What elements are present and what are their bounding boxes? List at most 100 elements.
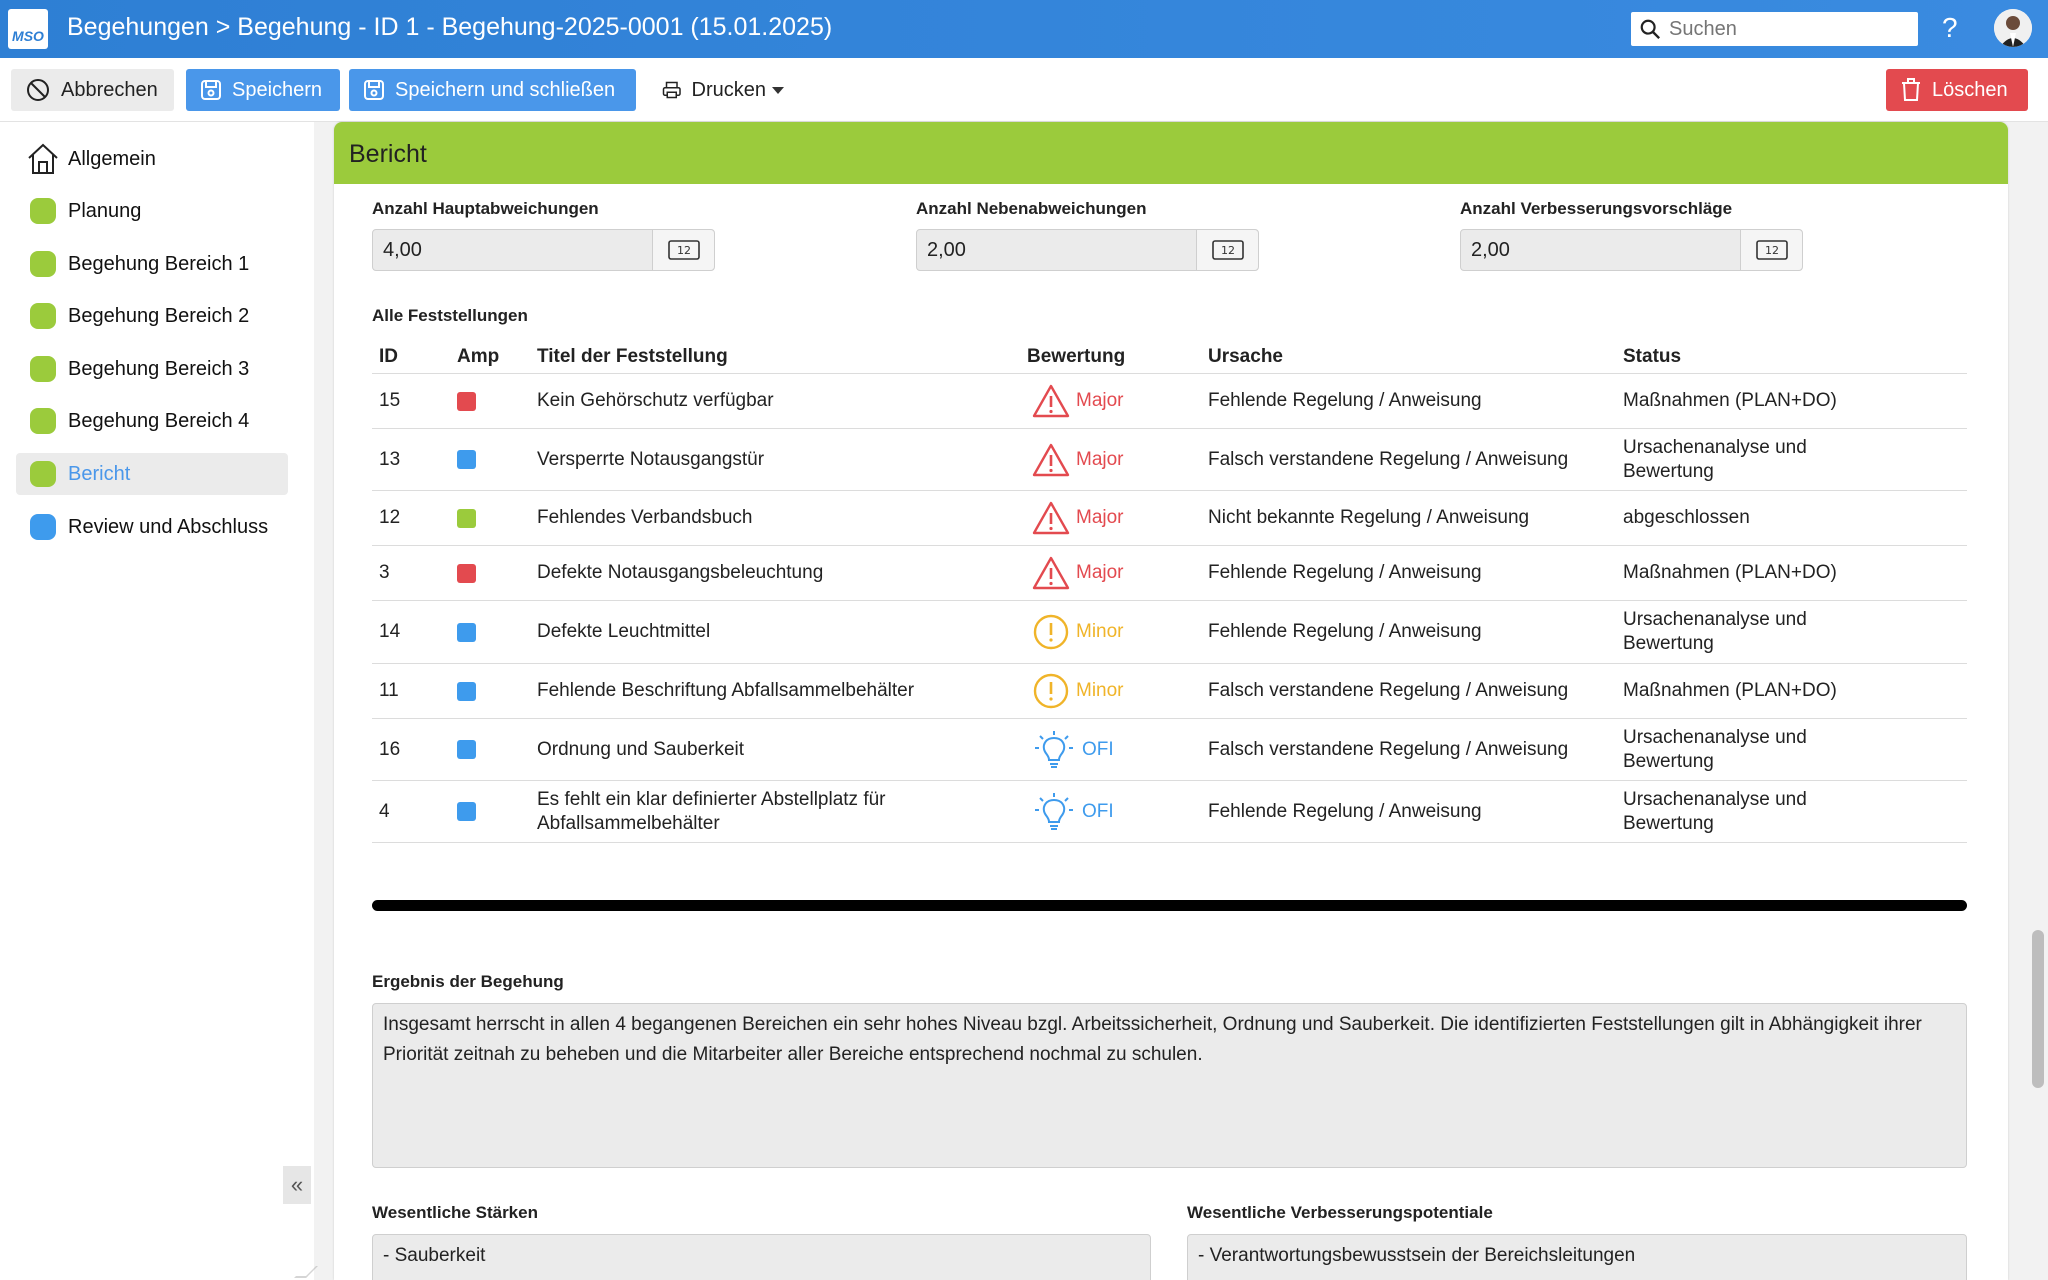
cell-title: Defekte Leuchtmittel [537,621,711,643]
improvements-label: Wesentliche Verbesserungspotentiale [1187,1203,1493,1222]
home-icon [28,143,58,174]
avatar[interactable] [1994,9,2032,47]
exclamation-circle-icon [1033,614,1069,650]
calculator-icon[interactable]: 12 [1741,230,1802,270]
field-label-main-deviations: Anzahl Hauptabweichungen [372,199,599,218]
chevron-down-icon [772,86,784,94]
save-icon [201,80,221,100]
save-and-close-button[interactable]: Speichern und schließen [349,69,636,111]
delete-button[interactable]: Löschen [1886,69,2028,111]
cell-id: 13 [379,448,401,470]
cell-cause: Falsch verstandene Regelung / Anweisung [1208,680,1569,702]
column-header-title[interactable]: Titel der Feststellung [537,346,728,368]
sidebar-item-bericht[interactable]: Bericht [16,453,288,495]
sidebar-item-planung[interactable]: Planung [16,190,288,232]
column-header-amp[interactable]: Amp [457,346,499,368]
rating-label: Major [1076,507,1124,529]
cell-title: Versperrte Notausgangstür [537,448,765,470]
cell-amp [457,546,476,600]
cell-rating: Major [1032,429,1124,490]
sidebar-item-label: Allgemein [68,147,156,170]
calculator-icon[interactable]: 12 [1197,230,1258,270]
trash-icon [1902,78,1920,101]
result-textarea[interactable]: Insgesamt herrscht in allen 4 begangenen… [372,1003,1967,1168]
table-row[interactable]: 16 Ordnung und Sauberkeit OFI Falsch versta… [372,719,1967,781]
table-row[interactable]: 15 Kein Gehörschutz verfügbar Major Fehlend… [372,374,1967,429]
amp-square [457,802,476,821]
scrollbar-thumb[interactable] [2032,930,2044,1088]
field-value: 4,00 [373,230,653,270]
status-dot [30,251,56,277]
cell-rating: Minor [1032,664,1124,718]
exclamation-circle-icon [1033,673,1069,709]
search-input[interactable] [1669,17,1909,41]
table-row[interactable]: 4 Es fehlt ein klar definierter Abstellpl… [372,781,1967,843]
cell-rating: OFI [1032,781,1114,842]
sidebar-item-bereich-3[interactable]: Begehung Bereich 3 [16,348,288,390]
table-row[interactable]: 13 Versperrte Notausgangstür Major Falsch v… [372,429,1967,491]
cell-cause: Fehlende Regelung / Anweisung [1208,390,1482,412]
warning-triangle-icon [1032,443,1070,476]
sidebar-item-label: Review und Abschluss [68,515,269,538]
table-row[interactable]: 12 Fehlendes Verbandsbuch Major Nicht bekan… [372,491,1967,546]
cell-id: 4 [379,800,390,822]
cell-rating: Major [1032,546,1124,600]
cell-amp [457,491,476,545]
sidebar-item-label: Begehung Bereich 1 [68,252,250,275]
strengths-textarea[interactable]: - Sauberkeit [372,1234,1151,1280]
cell-title: Fehlende Beschriftung Abfallsammelbehält… [537,680,915,702]
column-header-cause[interactable]: Ursache [1208,346,1283,368]
cell-id: 14 [379,621,401,643]
field-value: 2,00 [917,230,1197,270]
sidebar-item-review[interactable]: Review und Abschluss [16,506,288,548]
column-header-id[interactable]: ID [379,346,398,368]
amp-square [457,450,476,469]
search-box[interactable] [1631,12,1918,46]
save-label: Speichern [232,78,323,101]
cancel-button[interactable]: Abbrechen [11,69,174,111]
print-dropdown[interactable]: Drucken [648,69,798,111]
column-header-status[interactable]: Status [1623,346,1681,368]
logo-text: MSO [12,28,44,44]
collapse-sidebar-button[interactable]: « [283,1166,311,1204]
field-label-improvement-suggestions: Anzahl Verbesserungsvorschläge [1460,199,1733,218]
section-title: Bericht [349,140,427,168]
minor-deviations-field[interactable]: 2,00 12 [916,229,1259,271]
rating-label: Major [1076,390,1124,412]
cell-amp [457,374,476,428]
save-button[interactable]: Speichern [186,69,340,111]
delete-label: Löschen [1932,78,2008,101]
cell-amp [457,429,476,490]
save-and-close-label: Speichern und schließen [395,78,616,101]
lightbulb-icon [1035,730,1073,768]
improvements-textarea[interactable]: - Verantwortungsbewusstsein der Bereichs… [1187,1234,1967,1280]
section-header: Bericht [334,122,2008,184]
help-icon[interactable]: ? [1942,12,1958,44]
sidebar-item-bereich-2[interactable]: Begehung Bereich 2 [16,295,288,337]
svg-text:12: 12 [1221,244,1235,257]
cell-id: 16 [379,738,401,760]
table-header: ID Amp Titel der Feststellung Bewertung … [372,338,1967,374]
cell-status: Maßnahmen (PLAN+DO) [1623,680,1837,702]
sidebar-item-bereich-4[interactable]: Begehung Bereich 4 [16,400,288,442]
cell-cause: Fehlende Regelung / Anweisung [1208,800,1482,822]
status-dot [30,198,56,224]
column-header-rating[interactable]: Bewertung [1027,346,1125,368]
table-row[interactable]: 14 Defekte Leuchtmittel Minor Fehlende Rege… [372,601,1967,664]
sidebar-item-bereich-1[interactable]: Begehung Bereich 1 [16,243,288,285]
print-label: Drucken [691,78,766,101]
amp-square [457,740,476,759]
main-deviations-field[interactable]: 4,00 12 [372,229,715,271]
app-logo[interactable]: MSO [8,9,48,49]
table-row[interactable]: 11 Fehlende Beschriftung Abfallsammelbehä… [372,664,1967,719]
cancel-label: Abbrechen [61,78,158,101]
status-dot [30,356,56,382]
sidebar-item-label: Begehung Bereich 2 [68,304,250,327]
sidebar-item-allgemein[interactable]: Allgemein [16,138,288,180]
cell-title: Ordnung und Sauberkeit [537,738,745,760]
improvement-suggestions-field[interactable]: 2,00 12 [1460,229,1803,271]
rating-label: Major [1076,448,1124,470]
calculator-icon[interactable]: 12 [653,230,714,270]
cell-id: 3 [379,562,390,584]
table-row[interactable]: 3 Defekte Notausgangsbeleuchtung Major Fehl… [372,546,1967,601]
